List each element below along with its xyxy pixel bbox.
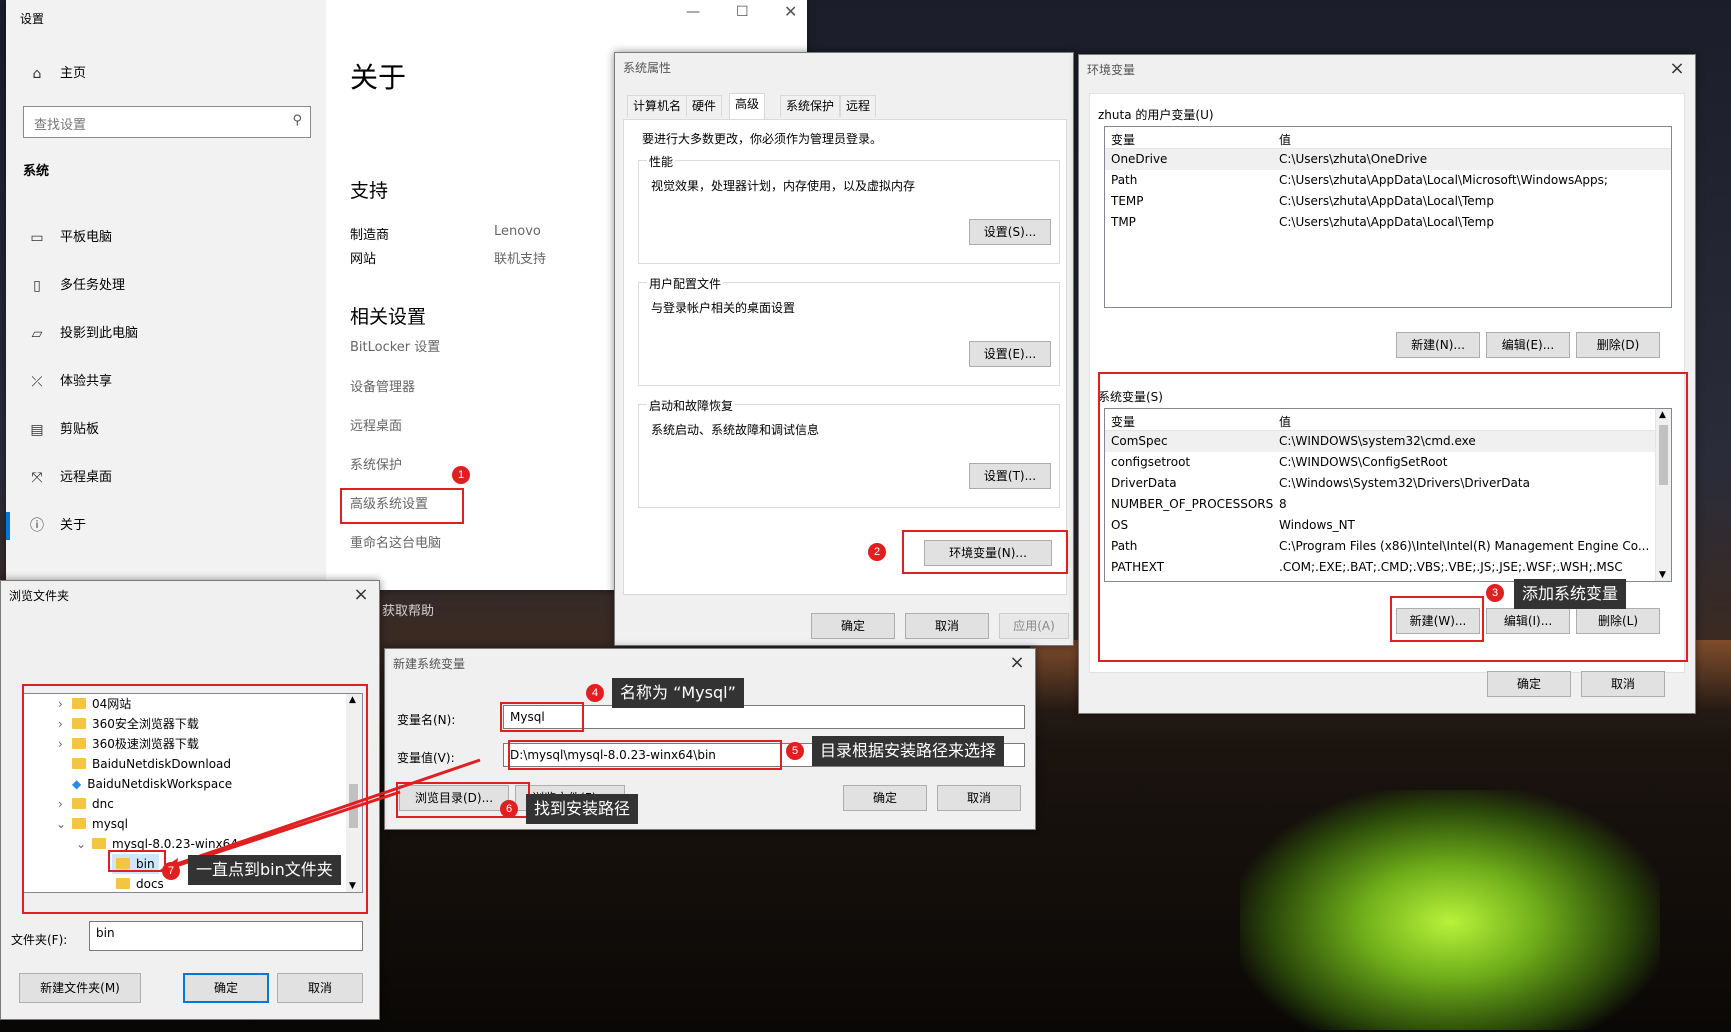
step-badge-3: 3 <box>1486 584 1504 602</box>
arrow-line <box>164 758 481 870</box>
annotation-label-5: 目录根据安装路径来选择 <box>812 736 1005 766</box>
annotation-label-4: 名称为 “Mysql” <box>612 678 744 708</box>
step-badge-4: 4 <box>586 684 604 702</box>
step-badge-1: 1 <box>452 466 470 484</box>
step-badge-6: 6 <box>500 800 518 818</box>
annotation-label-3: 添加系统变量 <box>1514 579 1627 609</box>
step-badge-5: 5 <box>786 742 804 760</box>
step-badge-7: 7 <box>162 862 180 880</box>
annotation-label-6: 找到安装路径 <box>526 794 639 824</box>
step-badge-2: 2 <box>868 543 886 561</box>
annotation-label-7: 一直点到bin文件夹 <box>188 855 341 885</box>
